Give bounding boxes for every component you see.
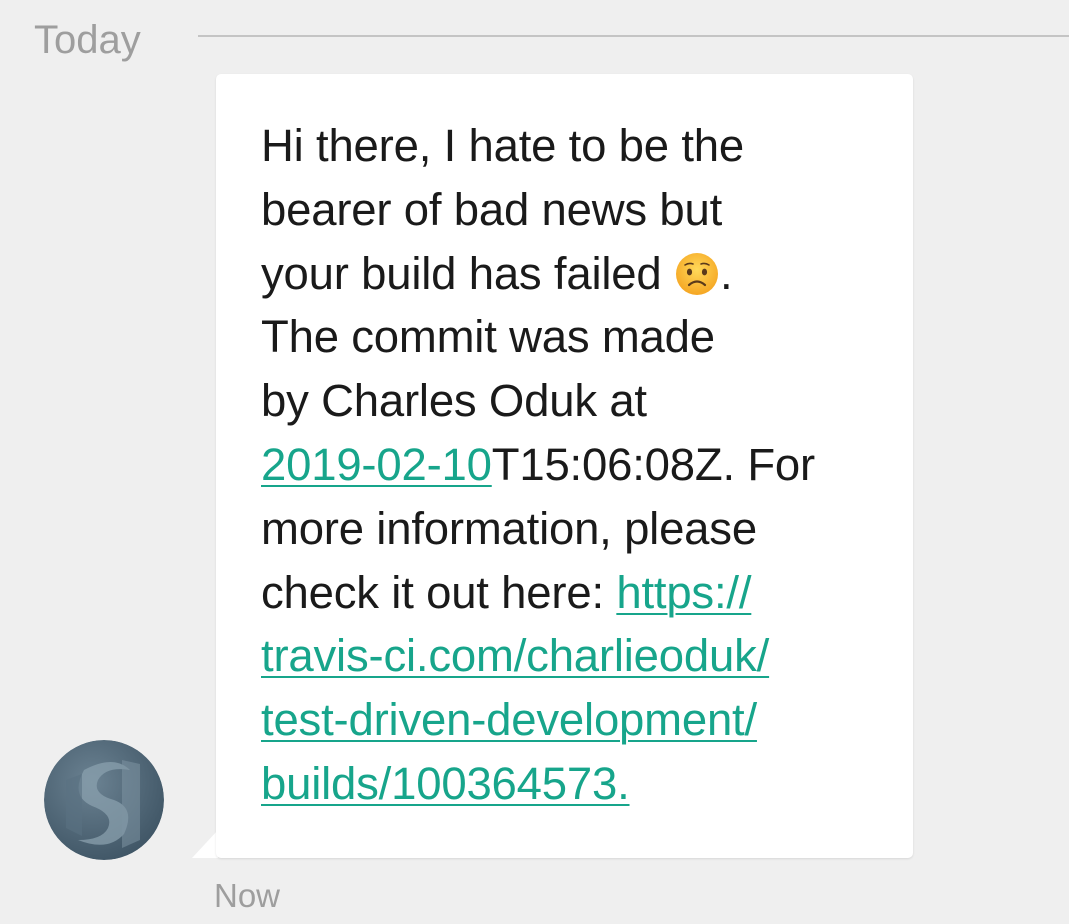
date-link[interactable]: 2019-02-10 <box>261 439 492 490</box>
build-url-link[interactable]: builds/100364573. <box>261 758 630 809</box>
message-line: your build has failed . <box>261 242 881 306</box>
message-line: builds/100364573. <box>261 752 881 816</box>
message-line-end: . <box>719 247 733 299</box>
message-line-text: check it out here: <box>261 566 617 618</box>
message-line: travis-ci.com/charlieoduk/ <box>261 624 881 688</box>
divider-line <box>198 35 1069 37</box>
message-line: The commit was made <box>261 311 715 363</box>
message-line: bearer of bad news but <box>261 183 723 235</box>
build-url-link[interactable]: test-driven-development/ <box>261 694 757 745</box>
frowning-face-emoji-icon <box>675 252 718 295</box>
message-line: test-driven-development/ <box>261 688 881 752</box>
message-text[interactable]: Hi there, I hate to be the bearer of bad… <box>261 114 881 816</box>
message-line: check it out here: https:// <box>261 561 881 625</box>
message-line-text: your build has failed <box>261 247 674 299</box>
message-bubble[interactable]: Hi there, I hate to be the bearer of bad… <box>216 74 913 858</box>
build-url-link[interactable]: travis-ci.com/charlieoduk/ <box>261 630 769 681</box>
date-divider-label: Today <box>34 18 141 62</box>
app-logo-avatar-icon <box>44 740 164 860</box>
date-divider: Today <box>0 0 1069 80</box>
build-url-link[interactable]: https:// <box>616 567 751 618</box>
message-bubble-tail <box>192 830 218 858</box>
message-timestamp: Now <box>214 877 281 914</box>
message-line: 2019-02-10T15:06:08Z. For <box>261 433 881 497</box>
message-line-text: T15:06:08Z. For <box>491 438 815 490</box>
message-line: by Charles Oduk at <box>261 375 647 427</box>
message-line: more information, please <box>261 502 757 554</box>
message-line: Hi there, I hate to be the <box>261 120 744 171</box>
sender-avatar[interactable] <box>44 740 164 860</box>
